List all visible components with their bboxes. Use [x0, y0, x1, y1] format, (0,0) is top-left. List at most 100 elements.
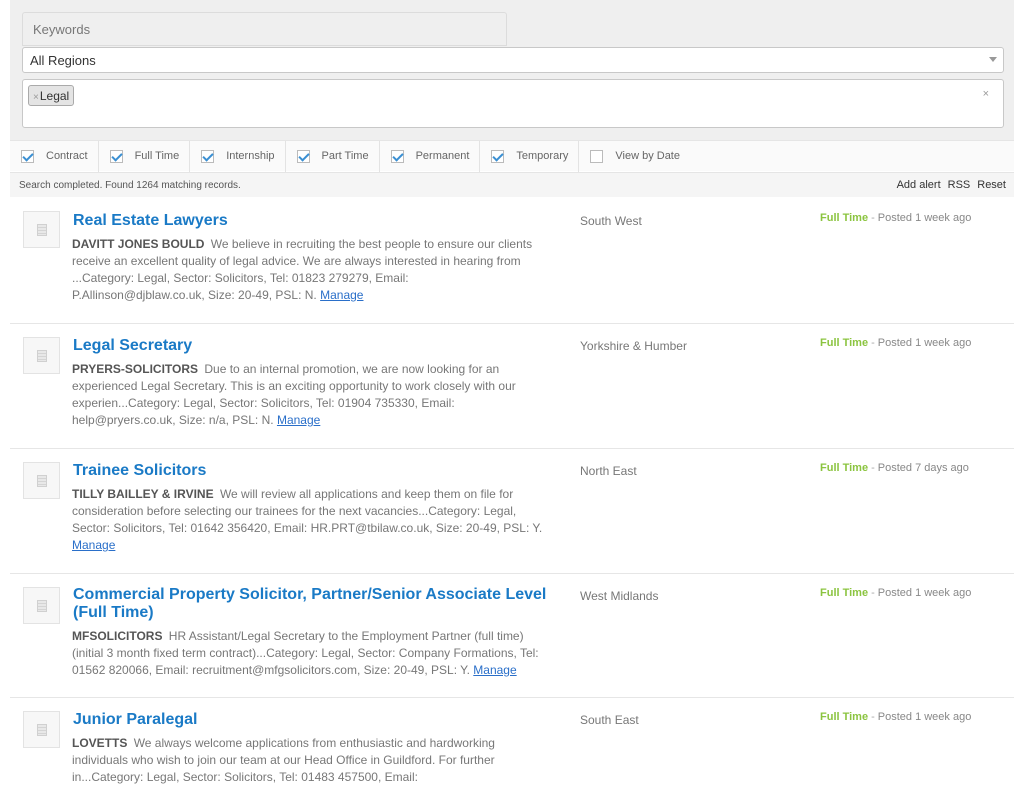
building-icon: [37, 724, 47, 736]
building-icon: [37, 350, 47, 362]
job-meta: Full Time - Posted 1 week ago: [820, 212, 971, 224]
search-filter-panel: Keywords All Regions ×Legal ×: [10, 0, 1014, 140]
company-name: TILLY BAILLEY & IRVINE: [72, 487, 214, 501]
building-icon: [37, 475, 47, 487]
building-icon: [37, 224, 47, 236]
checkbox-view-by-date[interactable]: View by Date: [579, 141, 690, 172]
desc-text: We always welcome applications from enth…: [133, 736, 495, 750]
checkbox-part-time[interactable]: Part Time: [286, 140, 380, 172]
desc-line: consideration before selecting our train…: [72, 504, 517, 518]
checkbox-label: Contract: [46, 150, 88, 162]
checkbox-check-icon[interactable]: [491, 149, 505, 163]
checkbox-check-icon[interactable]: [109, 149, 123, 163]
checkbox-full-time[interactable]: Full Time: [99, 140, 191, 172]
desc-line: experienced Legal Secretary. This is an …: [72, 379, 516, 393]
job-description: DAVITT JONES BOULD We believe in recruit…: [72, 236, 574, 304]
job-title-link[interactable]: Real Estate Lawyers: [73, 212, 573, 230]
desc-line: ...Category: Legal, Sector: Solicitors, …: [72, 271, 409, 285]
job-location: West Midlands: [580, 589, 659, 603]
category-tag-input[interactable]: ×Legal ×: [22, 79, 1004, 128]
list-item: Commercial Property Solicitor, Partner/S…: [10, 574, 1014, 698]
job-meta: Full Time - Posted 1 week ago: [820, 587, 971, 599]
company-name: LOVETTS: [72, 736, 128, 750]
rss-link[interactable]: RSS: [948, 179, 971, 191]
desc-line: in...Category: Legal, Sector: Solicitors…: [72, 770, 418, 784]
checkbox-contract[interactable]: Contract: [10, 140, 99, 172]
desc-text: Due to an internal promotion, we are now…: [204, 362, 500, 376]
desc-line: TILLY BAILLEY & IRVINE We will review al…: [72, 486, 574, 503]
manage-link[interactable]: Manage: [72, 538, 115, 552]
remove-tag-icon[interactable]: ×: [33, 92, 39, 103]
search-result-count: Search completed. Found 1264 matching re…: [19, 180, 241, 191]
list-item: Real Estate Lawyers DAVITT JONES BOULD W…: [10, 198, 1014, 324]
job-title-link[interactable]: Commercial Property Solicitor, Partner/S…: [73, 586, 573, 622]
title-line: Legal Secretary: [73, 337, 193, 354]
meta-separator: -: [871, 462, 875, 474]
desc-line: 01562 820066, Email: recruitment@mfgsoli…: [72, 662, 574, 679]
job-title-link[interactable]: Legal Secretary: [73, 337, 573, 355]
job-description: LOVETTS We always welcome applications f…: [72, 735, 574, 786]
desc-line: Manage: [72, 537, 574, 554]
add-alert-link[interactable]: Add alert: [897, 179, 941, 191]
manage-link[interactable]: Manage: [320, 288, 363, 302]
manage-link[interactable]: Manage: [277, 413, 320, 427]
checkbox-check-icon[interactable]: [201, 149, 215, 163]
job-type-label: Full Time: [820, 337, 869, 349]
tag-legal: ×Legal: [28, 85, 75, 106]
result-actions: Add alert RSS Reset: [890, 179, 1006, 191]
job-location: South West: [580, 214, 642, 228]
desc-line: LOVETTS We always welcome applications f…: [72, 735, 574, 752]
title-line: Commercial Property Solicitor, Partner/S…: [73, 586, 547, 603]
checkbox-check-icon[interactable]: [296, 149, 310, 163]
list-item: Legal Secretary PRYERS-SOLICITORS Due to…: [10, 324, 1014, 449]
checkbox-internship[interactable]: Internship: [190, 140, 286, 172]
title-line: (Full Time): [73, 604, 154, 621]
job-location: South East: [580, 713, 639, 727]
company-name: PRYERS-SOLICITORS: [72, 362, 199, 376]
job-description: MFSOLICITORS HR Assistant/Legal Secretar…: [72, 628, 574, 679]
desc-text: P.Allinson@djblaw.co.uk, Size: 20-49, PS…: [72, 288, 317, 302]
job-title-link[interactable]: Junior Paralegal: [73, 711, 573, 729]
region-select[interactable]: All Regions: [22, 47, 1004, 73]
checkbox-check-icon[interactable]: [21, 149, 34, 163]
desc-text: 01562 820066, Email: recruitment@mfgsoli…: [72, 663, 470, 677]
job-title-link[interactable]: Trainee Solicitors: [73, 462, 573, 480]
checkbox-label: Full Time: [134, 150, 180, 162]
job-meta: Full Time - Posted 1 week ago: [820, 337, 971, 349]
checkbox-unchecked-icon[interactable]: [590, 149, 604, 163]
checkbox-temporary[interactable]: Temporary: [480, 140, 580, 172]
checkbox-label: View by Date: [615, 150, 680, 162]
checkbox-label: Part Time: [321, 150, 369, 162]
checkbox-permanent[interactable]: Permanent: [380, 140, 481, 172]
checkbox-check-icon[interactable]: [390, 149, 404, 163]
company-logo: [23, 711, 60, 748]
meta-separator: -: [871, 212, 875, 224]
clear-tags-icon[interactable]: ×: [983, 88, 989, 100]
desc-line: PRYERS-SOLICITORS Due to an internal pro…: [72, 361, 574, 378]
job-location: North East: [580, 464, 637, 478]
meta-separator: -: [871, 337, 875, 349]
building-icon: [37, 600, 47, 612]
meta-separator: -: [871, 711, 875, 723]
manage-link[interactable]: Manage: [473, 663, 516, 677]
desc-text: We will review all applications and keep…: [219, 487, 514, 501]
posted-date: Posted 1 week ago: [877, 212, 972, 224]
keywords-input[interactable]: Keywords: [22, 12, 507, 46]
company-name: DAVITT JONES BOULD: [72, 237, 205, 251]
job-type-label: Full Time: [820, 587, 869, 599]
chevron-down-icon[interactable]: [989, 57, 997, 62]
checkbox-label: Temporary: [516, 150, 569, 162]
desc-line: MFSOLICITORS HR Assistant/Legal Secretar…: [72, 628, 574, 645]
checkbox-label: Permanent: [415, 150, 470, 162]
list-item: Junior Paralegal LOVETTS We always welco…: [10, 698, 1014, 798]
desc-line: DAVITT JONES BOULD We believe in recruit…: [72, 236, 574, 253]
company-logo: [23, 211, 60, 248]
job-location: Yorkshire & Humber: [580, 339, 687, 353]
reset-link[interactable]: Reset: [977, 179, 1006, 191]
title-line: Trainee Solicitors: [73, 462, 207, 479]
job-description: PRYERS-SOLICITORS Due to an internal pro…: [72, 361, 574, 429]
company-name: MFSOLICITORS: [72, 629, 163, 643]
desc-text: We believe in recruiting the best people…: [210, 237, 533, 251]
job-description: TILLY BAILLEY & IRVINE We will review al…: [72, 486, 574, 554]
desc-line: individuals who wish to join our team at…: [72, 753, 495, 767]
